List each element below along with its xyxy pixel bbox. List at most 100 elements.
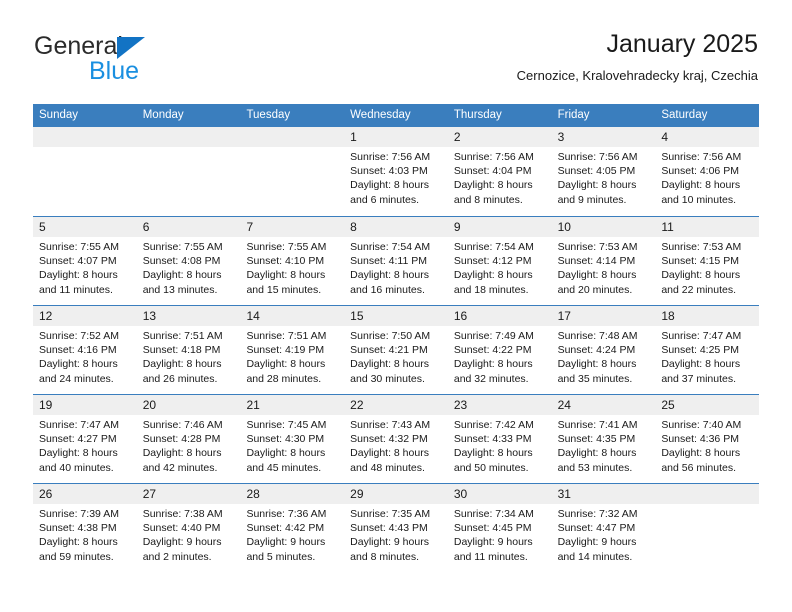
day-sunset-text: Sunset: 4:38 PM <box>39 522 117 535</box>
logo-text-blue: Blue <box>89 57 140 85</box>
calendar-day-cell[interactable]: 20 Sunrise: 7:46 AM Sunset: 4:28 PM Dayligh… <box>136 395 241 483</box>
day-details: Sunrise: 7:48 AM Sunset: 4:24 PM Daylight:… <box>552 326 656 386</box>
calendar-day-cell[interactable]: 28 Sunrise: 7:36 AM Sunset: 4:42 PM Dayligh… <box>240 484 345 572</box>
day-details: Sunrise: 7:45 AM Sunset: 4:30 PM Daylight:… <box>240 415 344 475</box>
day-sunrise-text: Sunrise: 7:47 AM <box>39 419 119 431</box>
calendar-day-cell[interactable]: 17 Sunrise: 7:48 AM Sunset: 4:24 PM Dayligh… <box>551 306 656 394</box>
calendar-week-row: 1 Sunrise: 7:56 AM Sunset: 4:03 PM Daylight… <box>33 127 760 216</box>
day-daylight-line1-text: Daylight: 8 hours <box>39 536 118 549</box>
calendar-day-cell[interactable]: 29 Sunrise: 7:35 AM Sunset: 4:43 PM Dayligh… <box>344 484 448 572</box>
day-daylight-line2-text: and 8 minutes. <box>453 193 523 206</box>
day-daylight-line2-text: and 50 minutes. <box>453 461 529 474</box>
day-daylight-line1-text: Daylight: 8 hours <box>246 358 326 371</box>
calendar-day-cell[interactable]: 3 Sunrise: 7:56 AM Sunset: 4:05 PM Daylight… <box>551 127 656 216</box>
calendar-day-cell[interactable]: 6 Sunrise: 7:55 AM Sunset: 4:08 PM Daylight… <box>136 217 241 305</box>
calendar-day-cell[interactable]: 11 Sunrise: 7:53 AM Sunset: 4:15 PM Dayligh… <box>655 217 760 305</box>
calendar-day-cell[interactable]: 19 Sunrise: 7:47 AM Sunset: 4:27 PM Dayligh… <box>33 395 137 483</box>
calendar-day-cell-empty <box>136 127 241 216</box>
calendar-page: General Blue January 2025 Cernozice, Kra… <box>0 0 792 612</box>
day-details: Sunrise: 7:41 AM Sunset: 4:35 PM Daylight:… <box>552 415 656 475</box>
day-sunset-text: Sunset: 4:40 PM <box>142 522 221 535</box>
day-details: Sunrise: 7:40 AM Sunset: 4:36 PM Daylight:… <box>655 415 759 475</box>
calendar-day-cell[interactable]: 13 Sunrise: 7:51 AM Sunset: 4:18 PM Dayligh… <box>136 306 241 394</box>
day-daylight-line1-text: Daylight: 9 hours <box>350 536 429 549</box>
calendar-day-cell[interactable]: 8 Sunrise: 7:54 AM Sunset: 4:11 PM Daylight… <box>344 217 448 305</box>
calendar-day-cell[interactable]: 31 Sunrise: 7:32 AM Sunset: 4:47 PM Dayligh… <box>551 484 656 572</box>
day-number: 11 <box>655 217 760 237</box>
day-daylight-line2-text: and 6 minutes. <box>350 193 420 206</box>
weekday-header-row: Sunday Monday Tuesday Wednesday Thursday… <box>33 104 759 127</box>
day-daylight-line2-text: and 20 minutes. <box>557 283 633 296</box>
day-sunrise-text: Sunrise: 7:39 AM <box>39 508 119 520</box>
day-number: 22 <box>344 395 448 415</box>
weekday-header-wednesday: Wednesday <box>350 109 411 121</box>
day-details: Sunrise: 7:36 AM Sunset: 4:42 PM Daylight:… <box>240 504 344 564</box>
calendar-day-cell[interactable]: 26 Sunrise: 7:39 AM Sunset: 4:38 PM Dayligh… <box>33 484 137 572</box>
day-number: 4 <box>655 127 760 147</box>
triangle-icon <box>117 37 145 59</box>
day-daylight-line2-text: and 48 minutes. <box>350 461 425 474</box>
day-daylight-line2-text: and 26 minutes. <box>142 372 218 385</box>
calendar-day-cell[interactable]: 22 Sunrise: 7:43 AM Sunset: 4:32 PM Dayligh… <box>344 395 448 483</box>
day-sunrise-text: Sunrise: 7:38 AM <box>142 508 223 520</box>
day-details: Sunrise: 7:54 AM Sunset: 4:11 PM Daylight:… <box>344 237 448 297</box>
day-details: Sunrise: 7:47 AM Sunset: 4:27 PM Daylight:… <box>33 415 137 475</box>
calendar-day-cell[interactable]: 18 Sunrise: 7:47 AM Sunset: 4:25 PM Dayligh… <box>655 306 760 394</box>
day-daylight-line1-text: Daylight: 8 hours <box>453 447 533 460</box>
day-number: 14 <box>240 306 345 326</box>
day-details: Sunrise: 7:47 AM Sunset: 4:25 PM Daylight:… <box>655 326 759 386</box>
day-number: 3 <box>551 127 656 147</box>
weekday-header-saturday: Saturday <box>661 109 708 121</box>
calendar-day-cell[interactable]: 16 Sunrise: 7:49 AM Sunset: 4:22 PM Dayligh… <box>447 306 552 394</box>
day-sunrise-text: Sunrise: 7:53 AM <box>661 241 742 253</box>
day-sunrise-text: Sunrise: 7:50 AM <box>350 330 431 342</box>
day-number: 13 <box>136 306 241 326</box>
day-sunset-text: Sunset: 4:42 PM <box>246 522 325 535</box>
generalblue-logo[interactable]: General Blue <box>34 32 264 92</box>
day-number: 20 <box>136 395 241 415</box>
calendar-day-cell[interactable]: 12 Sunrise: 7:52 AM Sunset: 4:16 PM Dayligh… <box>33 306 137 394</box>
calendar-day-cell[interactable]: 10 Sunrise: 7:53 AM Sunset: 4:14 PM Dayligh… <box>551 217 656 305</box>
day-daylight-line2-text: and 24 minutes. <box>39 372 114 385</box>
day-daylight-line1-text: Daylight: 8 hours <box>246 447 326 460</box>
day-sunrise-text: Sunrise: 7:54 AM <box>350 241 431 253</box>
calendar-day-cell[interactable]: 5 Sunrise: 7:55 AM Sunset: 4:07 PM Daylight… <box>33 217 137 305</box>
day-sunset-text: Sunset: 4:12 PM <box>453 255 532 268</box>
calendar-day-cell[interactable]: 15 Sunrise: 7:50 AM Sunset: 4:21 PM Dayligh… <box>344 306 448 394</box>
day-sunrise-text: Sunrise: 7:49 AM <box>453 330 534 342</box>
day-sunrise-text: Sunrise: 7:43 AM <box>350 419 431 431</box>
day-daylight-line2-text: and 56 minutes. <box>661 461 737 474</box>
day-daylight-line1-text: Daylight: 9 hours <box>557 536 637 549</box>
calendar-day-cell[interactable]: 9 Sunrise: 7:54 AM Sunset: 4:12 PM Daylight… <box>447 217 552 305</box>
calendar-day-cell[interactable]: 4 Sunrise: 7:56 AM Sunset: 4:06 PM Daylight… <box>655 127 760 216</box>
day-details: Sunrise: 7:52 AM Sunset: 4:16 PM Daylight:… <box>33 326 137 386</box>
day-details: Sunrise: 7:54 AM Sunset: 4:12 PM Daylight:… <box>448 237 552 297</box>
day-details: Sunrise: 7:56 AM Sunset: 4:03 PM Daylight:… <box>344 147 448 207</box>
day-sunrise-text: Sunrise: 7:53 AM <box>557 241 638 253</box>
calendar-day-cell[interactable]: 30 Sunrise: 7:34 AM Sunset: 4:45 PM Dayligh… <box>447 484 552 572</box>
day-number <box>655 484 760 504</box>
day-details <box>240 147 344 150</box>
calendar-day-cell[interactable]: 25 Sunrise: 7:40 AM Sunset: 4:36 PM Dayligh… <box>655 395 760 483</box>
calendar-day-cell[interactable]: 24 Sunrise: 7:41 AM Sunset: 4:35 PM Dayligh… <box>551 395 656 483</box>
calendar-weeks: 1 Sunrise: 7:56 AM Sunset: 4:03 PM Daylight… <box>33 127 760 572</box>
day-daylight-line2-text: and 53 minutes. <box>557 461 633 474</box>
day-daylight-line1-text: Daylight: 8 hours <box>39 358 118 371</box>
day-daylight-line2-text: and 37 minutes. <box>661 372 737 385</box>
day-details: Sunrise: 7:51 AM Sunset: 4:19 PM Daylight:… <box>240 326 344 386</box>
calendar-day-cell[interactable]: 2 Sunrise: 7:56 AM Sunset: 4:04 PM Daylight… <box>447 127 552 216</box>
calendar-day-cell[interactable]: 7 Sunrise: 7:55 AM Sunset: 4:10 PM Daylight… <box>240 217 345 305</box>
calendar-day-cell[interactable]: 1 Sunrise: 7:56 AM Sunset: 4:03 PM Daylight… <box>344 127 448 216</box>
day-sunrise-text: Sunrise: 7:36 AM <box>246 508 327 520</box>
calendar-day-cell[interactable]: 23 Sunrise: 7:42 AM Sunset: 4:33 PM Dayligh… <box>447 395 552 483</box>
day-details: Sunrise: 7:51 AM Sunset: 4:18 PM Daylight:… <box>137 326 241 386</box>
calendar-day-cell[interactable]: 27 Sunrise: 7:38 AM Sunset: 4:40 PM Dayligh… <box>136 484 241 572</box>
calendar-day-cell[interactable]: 14 Sunrise: 7:51 AM Sunset: 4:19 PM Dayligh… <box>240 306 345 394</box>
day-sunset-text: Sunset: 4:19 PM <box>246 344 325 357</box>
day-sunset-text: Sunset: 4:36 PM <box>661 433 739 446</box>
day-daylight-line1-text: Daylight: 8 hours <box>453 179 533 192</box>
day-daylight-line2-text: and 11 minutes. <box>453 550 528 563</box>
calendar-day-cell[interactable]: 21 Sunrise: 7:45 AM Sunset: 4:30 PM Dayligh… <box>240 395 345 483</box>
day-sunset-text: Sunset: 4:15 PM <box>661 255 739 268</box>
weekday-header-tuesday: Tuesday <box>246 109 291 121</box>
